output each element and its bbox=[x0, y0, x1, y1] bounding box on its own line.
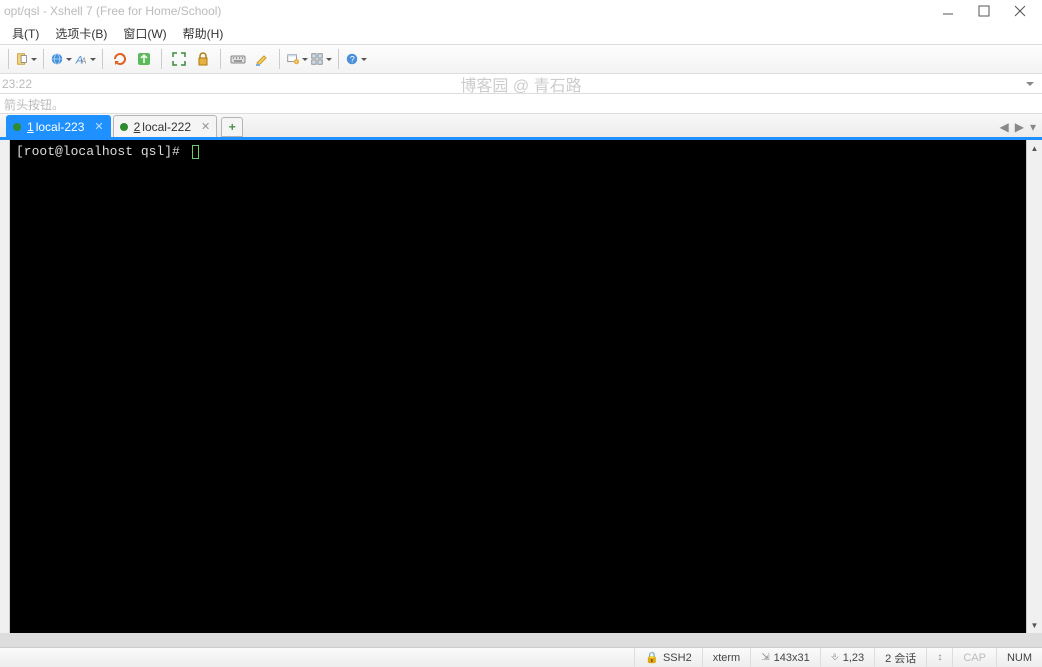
left-gutter bbox=[0, 140, 10, 633]
tab-nav: ◀ ▶ ▾ bbox=[998, 120, 1039, 134]
lock-button[interactable] bbox=[192, 48, 214, 70]
xftp-button[interactable] bbox=[133, 48, 155, 70]
grid-icon bbox=[310, 51, 324, 67]
keyboard-icon bbox=[230, 51, 246, 67]
address-dropdown-icon[interactable] bbox=[1026, 82, 1034, 86]
reconnect-button[interactable] bbox=[109, 48, 131, 70]
status-updown: ↕ bbox=[926, 648, 952, 667]
menu-bar: 具(T) 选项卡(B) 窗口(W) 帮助(H) bbox=[0, 22, 1042, 44]
menu-tools[interactable]: 具(T) bbox=[4, 23, 47, 44]
tabs-row: 1 local-223 ✕ 2 local-222 ✕ + ◀ ▶ ▾ bbox=[0, 114, 1042, 138]
highlight-button[interactable] bbox=[251, 48, 273, 70]
clipboard-icon bbox=[15, 51, 29, 67]
keyboard-button[interactable] bbox=[227, 48, 249, 70]
status-protocol: 🔒 SSH2 bbox=[634, 648, 701, 667]
status-dimensions: ⇲ 143x31 bbox=[750, 648, 819, 667]
tab-local-222[interactable]: 2 local-222 ✕ bbox=[113, 115, 218, 137]
termtype-label: xterm bbox=[713, 652, 741, 664]
svg-text:A: A bbox=[80, 56, 86, 65]
toolbar-separator bbox=[338, 49, 339, 69]
resize-icon: ⇲ bbox=[761, 652, 769, 663]
dimensions-label: 143x31 bbox=[774, 652, 810, 664]
maximize-button[interactable] bbox=[966, 0, 1002, 22]
tab-next-button[interactable]: ▶ bbox=[1013, 120, 1026, 134]
fullscreen-button[interactable] bbox=[168, 48, 190, 70]
num-label: NUM bbox=[1007, 652, 1032, 664]
font-icon: AA bbox=[74, 51, 88, 67]
close-icon bbox=[1012, 3, 1028, 19]
transfer-icon bbox=[136, 51, 152, 67]
toolbar-separator bbox=[279, 49, 280, 69]
toolbar-separator bbox=[43, 49, 44, 69]
cursor-label: 1,23 bbox=[843, 652, 864, 664]
protocol-label: SSH2 bbox=[663, 652, 692, 664]
scroll-down-button[interactable]: ▼ bbox=[1027, 617, 1042, 633]
resize-strip bbox=[0, 633, 1042, 647]
title-bar: opt/qsl - Xshell 7 (Free for Home/School… bbox=[0, 0, 1042, 22]
toolbar: AA + ? bbox=[0, 44, 1042, 74]
toolbar-separator bbox=[161, 49, 162, 69]
tab-number: 1 bbox=[27, 120, 34, 134]
help-dropdown-button[interactable]: ? bbox=[345, 48, 367, 70]
globe-icon bbox=[50, 51, 64, 67]
sessions-label: 2 会话 bbox=[885, 650, 916, 666]
updown-icon: ↕ bbox=[937, 652, 942, 663]
menu-help[interactable]: 帮助(H) bbox=[175, 23, 232, 44]
toolbar-separator bbox=[102, 49, 103, 69]
globe-dropdown-button[interactable] bbox=[50, 48, 72, 70]
window-add-icon: + bbox=[286, 51, 300, 67]
tab-add-button[interactable]: + bbox=[221, 117, 243, 137]
paste-dropdown-button[interactable] bbox=[15, 48, 37, 70]
menu-tabs[interactable]: 选项卡(B) bbox=[47, 23, 115, 44]
minimize-icon bbox=[940, 3, 956, 19]
lock-icon: 🔒 bbox=[645, 651, 659, 664]
maximize-icon bbox=[976, 3, 992, 19]
toolbar-separator bbox=[8, 49, 9, 69]
font-dropdown-button[interactable]: AA bbox=[74, 48, 96, 70]
status-termtype: xterm bbox=[702, 648, 751, 667]
status-num: NUM bbox=[996, 648, 1042, 667]
tab-prev-button[interactable]: ◀ bbox=[998, 120, 1011, 134]
cursor-pos-icon: ⎀ bbox=[831, 652, 839, 663]
tab-close-button[interactable]: ✕ bbox=[94, 120, 103, 133]
highlighter-icon bbox=[254, 51, 270, 67]
scroll-up-button[interactable]: ▲ bbox=[1027, 140, 1042, 156]
status-bar: 🔒 SSH2 xterm ⇲ 143x31 ⎀ 1,23 2 会话 ↕ CAP … bbox=[0, 647, 1042, 667]
terminal-prompt: [root@localhost qsl]# bbox=[16, 144, 188, 159]
cap-label: CAP bbox=[963, 652, 986, 664]
svg-text:+: + bbox=[295, 59, 298, 64]
tab-local-223[interactable]: 1 local-223 ✕ bbox=[6, 115, 111, 137]
new-window-button[interactable]: + bbox=[286, 48, 308, 70]
hint-bar: 箭头按钮。 bbox=[0, 94, 1042, 114]
status-cap: CAP bbox=[952, 648, 996, 667]
watermark-text: 博客园 @ 青石路 bbox=[460, 72, 581, 96]
layout-button[interactable] bbox=[310, 48, 332, 70]
tab-label: local-222 bbox=[142, 120, 191, 134]
tab-close-button[interactable]: ✕ bbox=[201, 120, 210, 133]
fullscreen-icon bbox=[171, 51, 187, 67]
hint-text: 箭头按钮。 bbox=[4, 98, 64, 112]
address-bar: 23:22 博客园 @ 青石路 bbox=[0, 74, 1042, 94]
status-dot-icon bbox=[120, 123, 128, 131]
refresh-icon bbox=[112, 51, 128, 67]
help-icon: ? bbox=[345, 51, 359, 67]
tab-number: 2 bbox=[134, 120, 141, 134]
svg-text:?: ? bbox=[350, 55, 355, 65]
status-dot-icon bbox=[13, 123, 21, 131]
terminal-area: [root@localhost qsl]# ▲ ▼ bbox=[0, 138, 1042, 633]
lock-icon bbox=[195, 51, 211, 67]
tab-label: local-223 bbox=[36, 120, 85, 134]
window-title: opt/qsl - Xshell 7 (Free for Home/School… bbox=[4, 4, 930, 18]
status-cursor: ⎀ 1,23 bbox=[820, 648, 874, 667]
toolbar-separator bbox=[220, 49, 221, 69]
window-controls bbox=[930, 0, 1038, 22]
terminal-cursor bbox=[192, 145, 199, 159]
minimize-button[interactable] bbox=[930, 0, 966, 22]
close-button[interactable] bbox=[1002, 0, 1038, 22]
status-sessions: 2 会话 bbox=[874, 648, 926, 667]
vertical-scrollbar[interactable]: ▲ ▼ bbox=[1026, 140, 1042, 633]
tab-list-button[interactable]: ▾ bbox=[1028, 120, 1038, 134]
menu-window[interactable]: 窗口(W) bbox=[115, 23, 174, 44]
terminal[interactable]: [root@localhost qsl]# bbox=[10, 140, 1026, 633]
